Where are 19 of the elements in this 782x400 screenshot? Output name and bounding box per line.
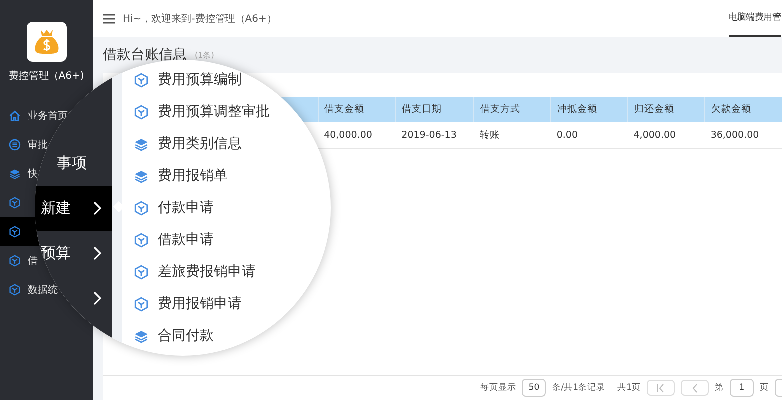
column-header: 借支日期 xyxy=(396,97,474,122)
column-header: 归还金额 xyxy=(628,97,705,122)
page-prefix: 第 xyxy=(715,382,724,394)
page-total: 共1页 xyxy=(618,382,641,394)
page-suffix: 页 xyxy=(760,382,769,394)
record-count: (1条) xyxy=(195,50,214,60)
table-cell: 2019-06-13 xyxy=(396,122,474,148)
column-header: 欠款金额 xyxy=(704,97,782,122)
table-cell: 4,000.00 xyxy=(628,122,705,148)
page-size-label: 每页显示 xyxy=(480,382,516,394)
welcome-text: Hi~，欢迎来到-费控管理（A6+） xyxy=(123,12,278,26)
table-cell: 0.00 xyxy=(550,122,628,148)
table-cell: 36,000.00 xyxy=(704,122,782,148)
record-total: 条/共1条记录 xyxy=(552,382,606,394)
app-name: 费控管理（A6+) xyxy=(8,70,84,83)
column-header: 冲抵金额 xyxy=(550,97,628,122)
column-header: 借支方式 xyxy=(474,97,551,122)
column-header: 借支金额 xyxy=(318,97,396,122)
table-cell: 转账 xyxy=(474,122,551,148)
